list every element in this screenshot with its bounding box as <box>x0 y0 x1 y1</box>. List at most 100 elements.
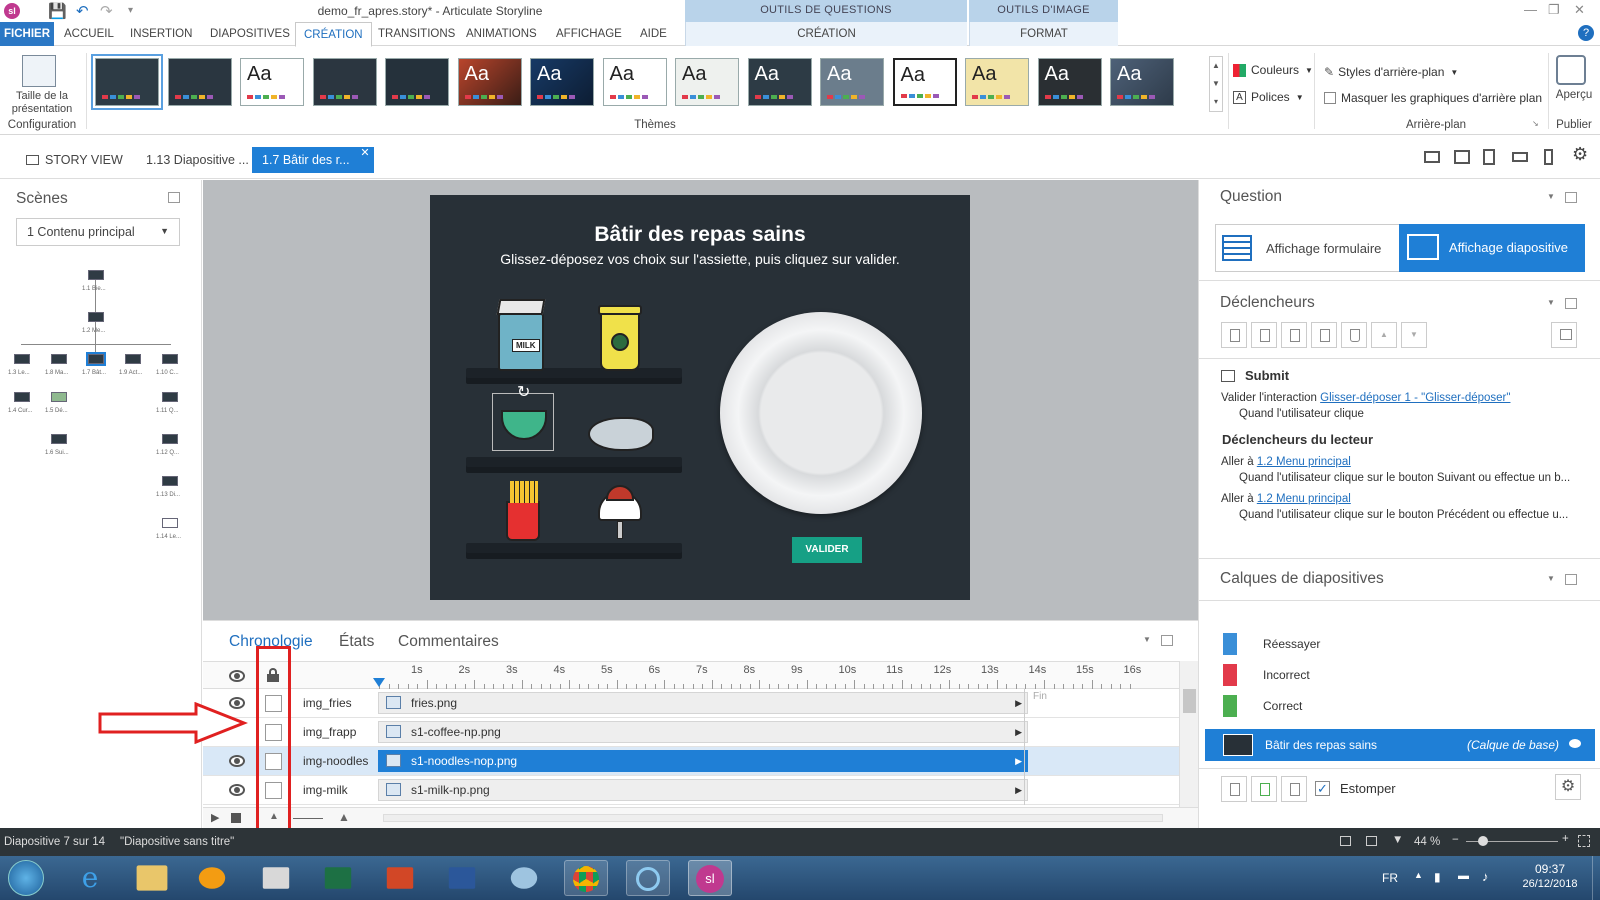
trigger-target-link[interactable]: Glisser-déposer 1 - "Glisser-déposer" <box>1320 392 1510 404</box>
theme-thumbnail[interactable] <box>312 58 377 106</box>
panel-float-icon[interactable] <box>1565 298 1577 309</box>
scene-node[interactable] <box>162 392 178 402</box>
theme-thumbnail[interactable] <box>167 58 232 106</box>
bg-styles-button[interactable]: ✎ Styles d'arrière-plan ▼ <box>1324 65 1458 79</box>
slide[interactable]: Bâtir des repas sains Glissez-déposez vo… <box>430 195 970 600</box>
storyline-taskbar-button[interactable]: sl <box>688 860 732 896</box>
coffee-cup[interactable] <box>598 305 642 371</box>
start-button[interactable] <box>8 860 44 896</box>
battery-icon[interactable]: ▮ <box>1434 870 1441 884</box>
tab-accueil[interactable]: ACCUEIL <box>56 22 122 46</box>
layer-object-name[interactable]: img-milk <box>303 783 348 797</box>
minimize-icon[interactable]: — <box>1524 2 1537 17</box>
rotate-handle-icon[interactable]: ↻ <box>517 382 530 402</box>
hide-bg-option[interactable]: Masquer les graphiques d'arrière plan <box>1324 91 1542 105</box>
delete-trigger-button[interactable] <box>1341 322 1367 348</box>
powerpoint-icon[interactable] <box>386 867 414 889</box>
timeline-bar[interactable]: s1-coffee-np.png ▶ <box>378 721 1028 743</box>
ie-icon[interactable]: e <box>68 860 112 896</box>
fade-option[interactable]: ✓ Estomper <box>1315 781 1396 796</box>
ice-cream[interactable] <box>598 485 642 539</box>
explorer-icon[interactable] <box>136 865 168 891</box>
volume-icon[interactable]: ♪ <box>1482 869 1489 884</box>
close-tab-icon[interactable]: ✕ <box>360 140 369 166</box>
tray-up-icon[interactable]: ▲ <box>1414 870 1423 880</box>
theme-thumbnail[interactable]: Aa <box>530 58 594 106</box>
scene-node[interactable] <box>162 434 178 444</box>
player-trigger-1[interactable]: Aller à 1.2 Menu principal <box>1221 456 1351 468</box>
scene-node[interactable] <box>162 476 178 486</box>
tab-questions-creation[interactable]: CRÉATION <box>685 22 967 46</box>
colors-button[interactable]: Couleurs ▼ <box>1233 63 1313 77</box>
tab-fichier[interactable]: FICHIER <box>0 22 54 46</box>
fonts-button[interactable]: A Polices ▼ <box>1233 90 1304 104</box>
eye-icon[interactable] <box>229 784 245 796</box>
playhead-icon[interactable] <box>373 678 385 687</box>
gear-icon[interactable]: ⚙ <box>1572 144 1588 165</box>
scene-node[interactable] <box>51 434 67 444</box>
story-view-tab[interactable]: STORY VIEW <box>16 147 133 173</box>
phone-landscape-icon[interactable] <box>1512 152 1528 162</box>
eye-icon[interactable] <box>229 670 245 682</box>
tablet-landscape-icon[interactable] <box>1454 150 1470 164</box>
theme-thumbnail[interactable]: Aa <box>675 58 739 106</box>
eye-icon[interactable] <box>229 755 245 767</box>
preview-icon[interactable] <box>1556 55 1586 85</box>
tab-insertion[interactable]: INSERTION <box>122 22 200 46</box>
slide-size-button[interactable]: Taille de la présentation <box>2 90 82 116</box>
tab-diapositives[interactable]: DIAPOSITIVES <box>202 22 298 46</box>
expand-arrow-icon[interactable]: ▶ <box>1015 722 1022 742</box>
zoom-in-icon[interactable]: ▲ <box>338 810 350 824</box>
theme-thumbnail[interactable]: Aa <box>240 58 304 106</box>
timeline-hscroll[interactable] <box>383 814 1163 822</box>
scroll-thumb[interactable] <box>1183 689 1196 713</box>
app-icon[interactable] <box>262 867 290 889</box>
theme-thumbnail[interactable]: Aa <box>820 58 884 106</box>
new-trigger-button[interactable] <box>1221 322 1247 348</box>
scene-node[interactable] <box>162 518 178 528</box>
plate[interactable] <box>720 312 922 514</box>
grid-view-icon[interactable] <box>1340 836 1351 846</box>
trigger-target-link[interactable]: 1.2 Menu principal <box>1257 493 1351 505</box>
fit-window-icon[interactable] <box>1578 835 1590 847</box>
storyline-player-icon[interactable] <box>626 860 670 896</box>
close-icon[interactable]: ✕ <box>1574 2 1585 18</box>
tab-commentaires[interactable]: Commentaires <box>398 633 499 651</box>
player-trigger-2[interactable]: Aller à 1.2 Menu principal <box>1221 493 1351 505</box>
timeline-bar[interactable]: s1-milk-np.png ▶ <box>378 779 1028 801</box>
scene-node[interactable] <box>14 354 30 364</box>
phone-portrait-icon[interactable] <box>1544 149 1553 165</box>
media-player-icon[interactable] <box>198 867 226 889</box>
slide-size-icon[interactable] <box>22 55 56 87</box>
submit-group[interactable]: Submit <box>1221 368 1289 383</box>
normal-view-icon[interactable] <box>1366 836 1377 846</box>
timeline-bar[interactable]: s1-noodles-nop.png ▶ <box>378 750 1028 772</box>
scene-dropdown[interactable]: 1 Contenu principal ▼ <box>16 218 180 246</box>
panel-collapse-icon[interactable]: ▼ <box>1143 635 1151 644</box>
theme-thumbnail[interactable]: Aa <box>965 58 1029 106</box>
panel-collapse-icon[interactable]: ▼ <box>1547 574 1555 583</box>
tab-aide[interactable]: AIDE <box>632 22 675 46</box>
theme-thumbnail[interactable]: Aa <box>457 58 522 106</box>
theme-thumbnail[interactable]: Aa <box>747 58 812 106</box>
theme-thumbnail[interactable] <box>91 54 163 110</box>
theme-thumbnail[interactable]: Aa <box>602 58 667 106</box>
paste-trigger-button[interactable] <box>1311 322 1337 348</box>
panel-float-icon[interactable] <box>1161 635 1173 646</box>
desktop-view-icon[interactable] <box>1424 151 1440 163</box>
tab-image-format[interactable]: FORMAT <box>969 22 1118 46</box>
show-desktop-button[interactable] <box>1592 856 1600 900</box>
move-down-button[interactable]: ▼ <box>1401 322 1427 348</box>
panel-collapse-icon[interactable]: ▼ <box>1547 192 1555 201</box>
tab-etats[interactable]: États <box>339 633 374 651</box>
paint-icon[interactable] <box>510 867 538 889</box>
timeline-bar[interactable]: fries.png ▶ <box>378 692 1028 714</box>
slide-title[interactable]: Bâtir des repas sains <box>430 223 970 247</box>
filter-icon[interactable]: ▼ <box>1392 834 1403 846</box>
language-indicator[interactable]: FR <box>1382 871 1398 885</box>
clock-date[interactable]: 26/12/2018 <box>1516 878 1584 890</box>
zoom-in-button[interactable]: + <box>1562 833 1569 845</box>
scene-node[interactable] <box>51 354 67 364</box>
dialog-launcher-icon[interactable]: ↘ <box>1532 119 1539 128</box>
scene-node[interactable] <box>51 392 67 402</box>
